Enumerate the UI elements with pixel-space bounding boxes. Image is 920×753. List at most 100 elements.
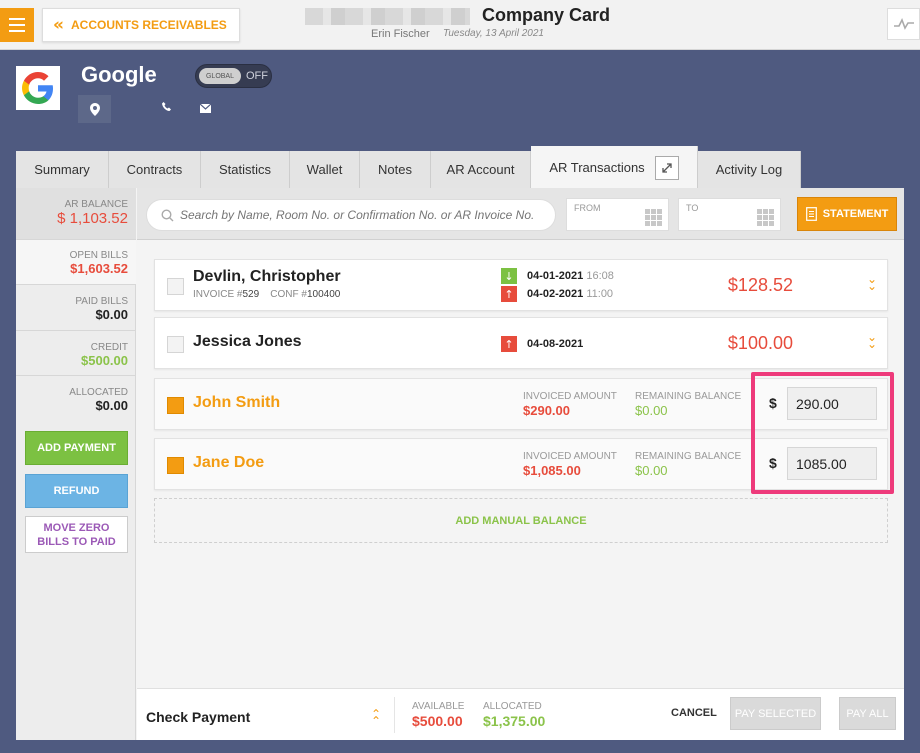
credit-label: CREDIT — [90, 342, 128, 353]
cancel-button[interactable]: CANCEL — [671, 707, 717, 719]
redacted-text — [305, 8, 470, 25]
search-input[interactable] — [180, 208, 550, 222]
phone-icon[interactable] — [161, 101, 173, 113]
remaining-balance: $0.00 — [635, 403, 668, 418]
paid-bills-value: $0.00 — [95, 307, 128, 322]
ar-balance-value: $ 1,103.52 — [57, 210, 128, 227]
departure-time: 11:00 — [586, 288, 614, 300]
calendar-icon — [645, 209, 662, 226]
paid-bills-label: PAID BILLS — [75, 296, 128, 307]
conf-label: CONF # — [270, 289, 307, 300]
invoiced-amount: $290.00 — [523, 403, 570, 418]
to-date-field[interactable]: TO — [678, 198, 781, 231]
departure-date-value: 04-02-2021 — [527, 288, 584, 300]
bill-guest-name: Jessica Jones — [193, 333, 302, 350]
payment-bottom-bar: Check Payment ⌃ ⌃ AVAILABLE $500.00 ALLOC… — [137, 688, 904, 740]
tab-ar-account[interactable]: AR Account — [431, 151, 531, 188]
tab-notes[interactable]: Notes — [360, 151, 431, 188]
departure-arrow-icon: ↑ — [501, 286, 517, 302]
arrival-time: 16:08 — [586, 270, 614, 282]
top-bar: ‹‹ ACCOUNTS RECEIVABLES Company Card Eri… — [0, 0, 920, 50]
ar-balance-label: AR BALANCE — [64, 199, 128, 210]
move-zero-bills-button[interactable]: MOVE ZERO BILLS TO PAID — [25, 516, 128, 553]
bill-row[interactable]: Jessica Jones ↑ 04-08-2021 $100.00 ⌄ ⌄ — [154, 317, 888, 369]
arrival-arrow-icon: ↓ — [501, 268, 517, 284]
bill-row[interactable]: Devlin, Christopher INVOICE #529 CONF #1… — [154, 259, 888, 311]
allocation-guest-name: John Smith — [193, 394, 281, 411]
from-date-label: FROM — [574, 203, 601, 213]
pay-selected-button[interactable]: PAY SELECTED — [730, 697, 821, 730]
double-chevron-up-icon[interactable]: ⌃ ⌃ — [371, 708, 381, 727]
expand-icon[interactable] — [654, 155, 679, 180]
payment-method-title: Check Payment — [146, 709, 251, 725]
statement-label: STATEMENT — [822, 208, 889, 220]
activity-button[interactable] — [887, 8, 920, 40]
double-chevron-left-icon: ‹‹ — [53, 15, 64, 35]
mail-icon[interactable] — [200, 104, 211, 113]
remaining-balance-label: REMAINING BALANCE — [635, 391, 742, 402]
statement-button[interactable]: STATEMENT — [797, 197, 897, 231]
departure-arrow-icon: ↑ — [501, 336, 517, 352]
open-bills-value: $1,603.52 — [70, 261, 128, 276]
location-button[interactable] — [78, 95, 111, 123]
back-to-accounts-receivables-button[interactable]: ‹‹ ACCOUNTS RECEIVABLES — [42, 8, 240, 42]
page-title: Company Card — [482, 5, 611, 25]
global-toggle[interactable]: GLOBAL OFF — [195, 64, 272, 88]
current-date: Tuesday, 13 April 2021 — [443, 28, 544, 39]
allocated-total-label: ALLOCATED — [483, 701, 542, 712]
remaining-balance-label: REMAINING BALANCE — [635, 451, 742, 462]
map-pin-icon — [89, 102, 100, 116]
tab-summary[interactable]: Summary — [16, 151, 109, 188]
arrival-date: 04-01-2021 16:08 — [527, 270, 614, 282]
hamburger-menu-button[interactable] — [0, 8, 34, 42]
tab-contracts[interactable]: Contracts — [109, 151, 201, 188]
search-icon — [161, 208, 174, 221]
expand-chevron-icon[interactable]: ⌄ ⌄ — [867, 273, 877, 292]
allocation-checkbox[interactable] — [167, 457, 184, 474]
allocated: ALLOCATED $0.00 — [16, 387, 136, 413]
pulse-icon — [893, 18, 914, 30]
bill-checkbox[interactable] — [167, 336, 184, 353]
tab-activity-log[interactable]: Activity Log — [698, 151, 801, 188]
available-value: $500.00 — [412, 713, 463, 729]
allocation-checkbox[interactable] — [167, 397, 184, 414]
allocated-total-value: $1,375.00 — [483, 713, 546, 729]
available-label: AVAILABLE — [412, 701, 465, 712]
paid-bills: PAID BILLS $0.00 — [16, 296, 136, 322]
tab-wallet[interactable]: Wallet — [290, 151, 360, 188]
add-payment-button[interactable]: ADD PAYMENT — [25, 431, 128, 465]
invoiced-amount-label: INVOICED AMOUNT — [523, 451, 617, 462]
highlight-box — [751, 372, 894, 494]
back-button-label: ACCOUNTS RECEIVABLES — [71, 18, 227, 32]
global-toggle-state: OFF — [246, 70, 268, 82]
conf-number: 100400 — [306, 289, 341, 300]
google-logo — [16, 66, 60, 110]
pay-all-button[interactable]: PAY ALL — [839, 697, 896, 730]
allocation-guest-name: Jane Doe — [193, 454, 265, 471]
tab-statistics[interactable]: Statistics — [201, 151, 290, 188]
departure-date: 04-02-2021 11:00 — [527, 288, 613, 300]
tab-ar-transactions-label: AR Transactions — [549, 160, 645, 175]
allocated-label: ALLOCATED — [69, 387, 128, 398]
global-toggle-knob: GLOBAL — [199, 68, 241, 84]
credit-value: $500.00 — [81, 353, 128, 368]
search-box[interactable] — [146, 199, 556, 231]
expand-chevron-icon[interactable]: ⌄ ⌄ — [867, 331, 877, 350]
credit: CREDIT $500.00 — [16, 342, 136, 368]
allocated-value: $0.00 — [95, 398, 128, 413]
invoiced-amount: $1,085.00 — [523, 463, 581, 478]
tab-ar-transactions[interactable]: AR Transactions — [531, 146, 698, 189]
bill-reference: INVOICE #529 CONF #100400 — [193, 289, 340, 300]
divider — [394, 697, 395, 733]
calendar-icon — [757, 209, 774, 226]
add-manual-balance-button[interactable]: ADD MANUAL BALANCE — [154, 498, 888, 543]
document-icon — [805, 207, 817, 221]
bill-amount: $128.52 — [727, 275, 793, 295]
bill-checkbox[interactable] — [167, 278, 184, 295]
from-date-field[interactable]: FROM — [566, 198, 669, 231]
bill-guest-name: Devlin, Christopher — [193, 268, 341, 285]
open-bills-label: OPEN BILLS — [69, 250, 128, 261]
refund-button[interactable]: REFUND — [25, 474, 128, 508]
invoice-label: INVOICE # — [193, 289, 243, 300]
invoice-number: 529 — [242, 289, 260, 300]
